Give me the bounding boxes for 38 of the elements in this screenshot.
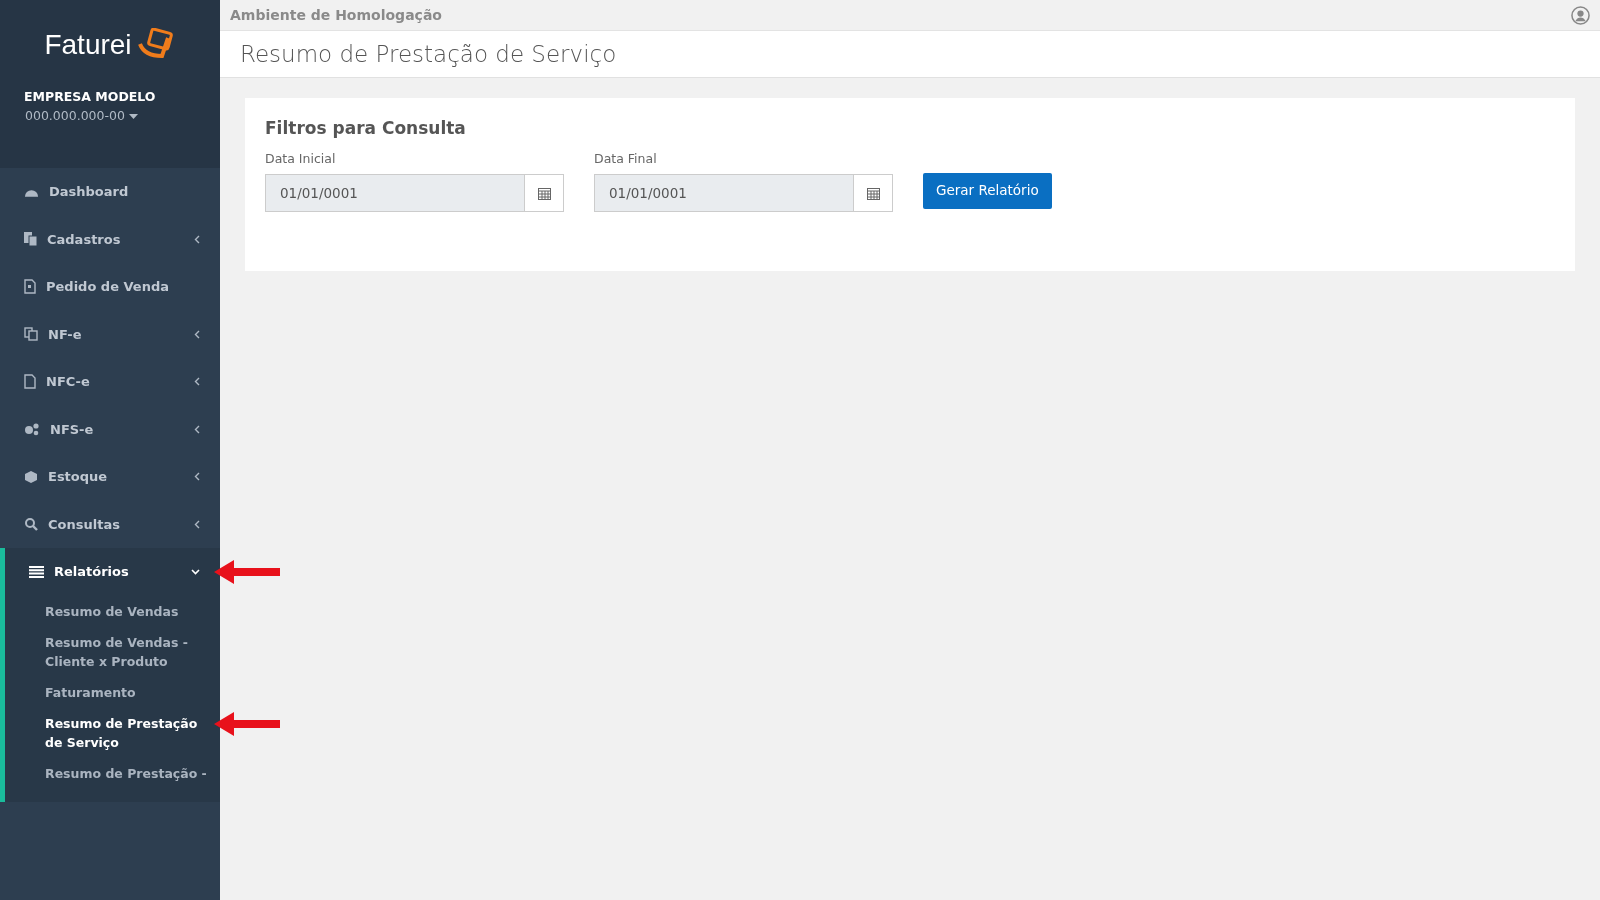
sidebar-item[interactable]: NFC-e <box>0 358 220 406</box>
sidebar-item[interactable]: Pedido de Venda <box>0 263 220 311</box>
sidebar-item[interactable]: Relatórios <box>5 548 220 596</box>
filter-title: Filtros para Consulta <box>265 117 467 140</box>
submenu-item[interactable]: Resumo de Vendas - Cliente x Produto <box>5 626 220 677</box>
submenu-item[interactable]: Resumo de Prestação de Serviço <box>5 707 220 758</box>
sidebar-item[interactable]: NFS-e <box>0 405 220 453</box>
submenu-item[interactable]: Resumo de Vendas <box>5 595 220 627</box>
company-document[interactable]: 000.000.000-00 <box>25 106 125 126</box>
date-field[interactable]: 01/01/0001 <box>594 174 854 213</box>
company-name: EMPRESA MODELO <box>23 88 157 106</box>
sidebar-item[interactable]: Estoque <box>0 453 220 501</box>
field-label: Data Inicial <box>265 149 337 168</box>
sidebar-item[interactable]: Consultas <box>0 500 220 548</box>
sidebar-item[interactable]: NF-e <box>0 310 220 358</box>
list-icon <box>29 565 44 578</box>
page-title: Resumo de Prestação de Serviço <box>240 39 617 69</box>
generate-report-button[interactable]: Gerar Relatório <box>923 172 1052 209</box>
search-icon <box>24 517 38 532</box>
sidebar-item[interactable]: Dashboard <box>0 168 220 216</box>
calendar-button[interactable] <box>525 174 564 213</box>
copy-documents-icon <box>24 327 38 342</box>
environment-label: Ambiente de Homologação <box>230 5 442 25</box>
logo-text: Faturei <box>44 28 132 62</box>
document-icon <box>24 279 36 295</box>
date-field[interactable]: 01/01/0001 <box>265 174 525 213</box>
sidebar-item[interactable]: Cadastros <box>0 215 220 263</box>
user-avatar-icon[interactable] <box>1571 5 1590 25</box>
submenu-item[interactable]: Resumo de Prestação - <box>5 757 220 789</box>
calendar-icon <box>537 186 551 200</box>
calendar-button[interactable] <box>854 174 893 213</box>
file-icon <box>24 374 36 390</box>
caret-icon[interactable] <box>128 113 138 119</box>
cube-icon <box>24 469 38 484</box>
calendar-icon <box>866 186 880 200</box>
documents-icon <box>24 232 37 247</box>
field-label: Data Final <box>594 149 658 168</box>
submenu-item[interactable]: Faturamento <box>5 676 220 708</box>
